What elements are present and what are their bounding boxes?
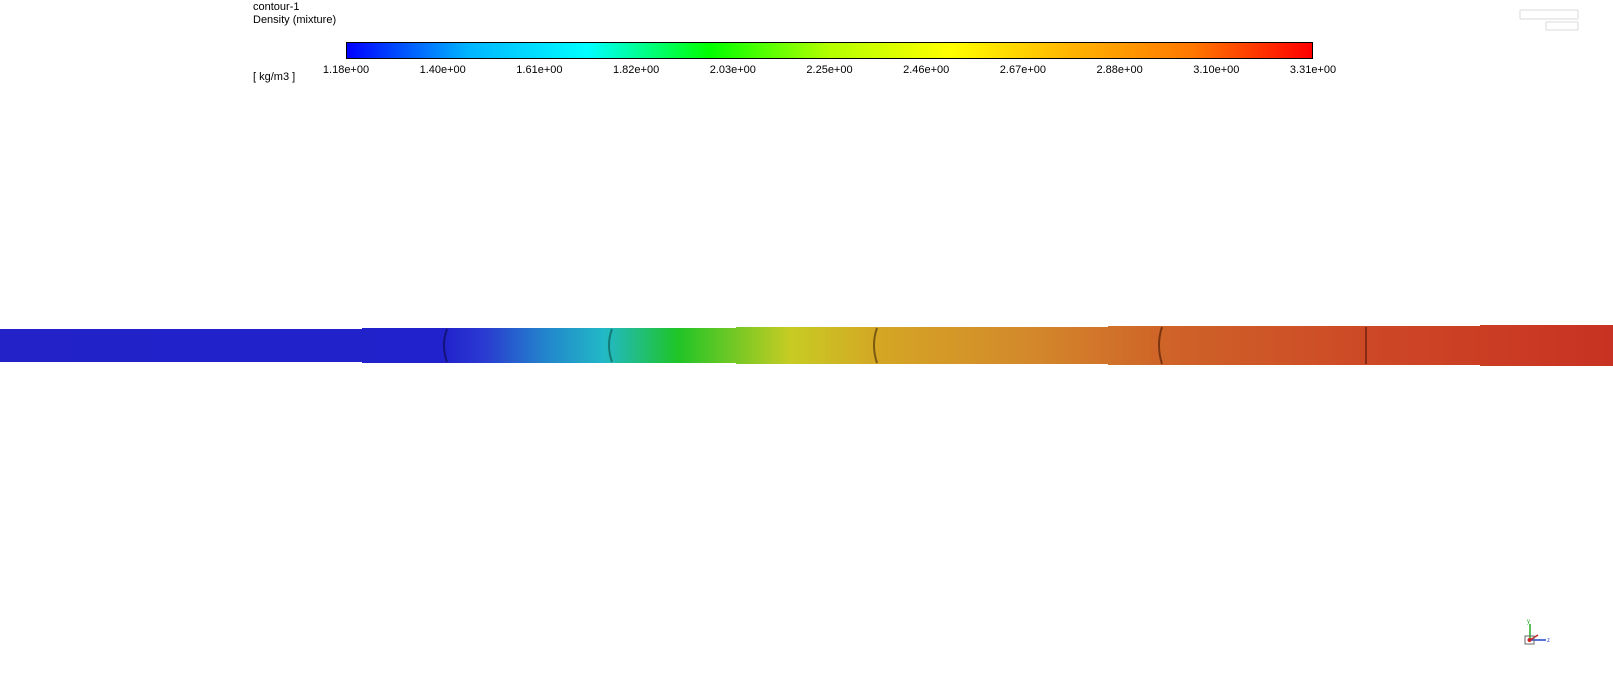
pipe-body (0, 325, 1613, 366)
z-axis-label: z (1547, 638, 1550, 644)
y-axis-label: y (1527, 619, 1530, 625)
axis-triad: y z (1524, 619, 1550, 645)
pipe-geometry (0, 325, 1613, 366)
